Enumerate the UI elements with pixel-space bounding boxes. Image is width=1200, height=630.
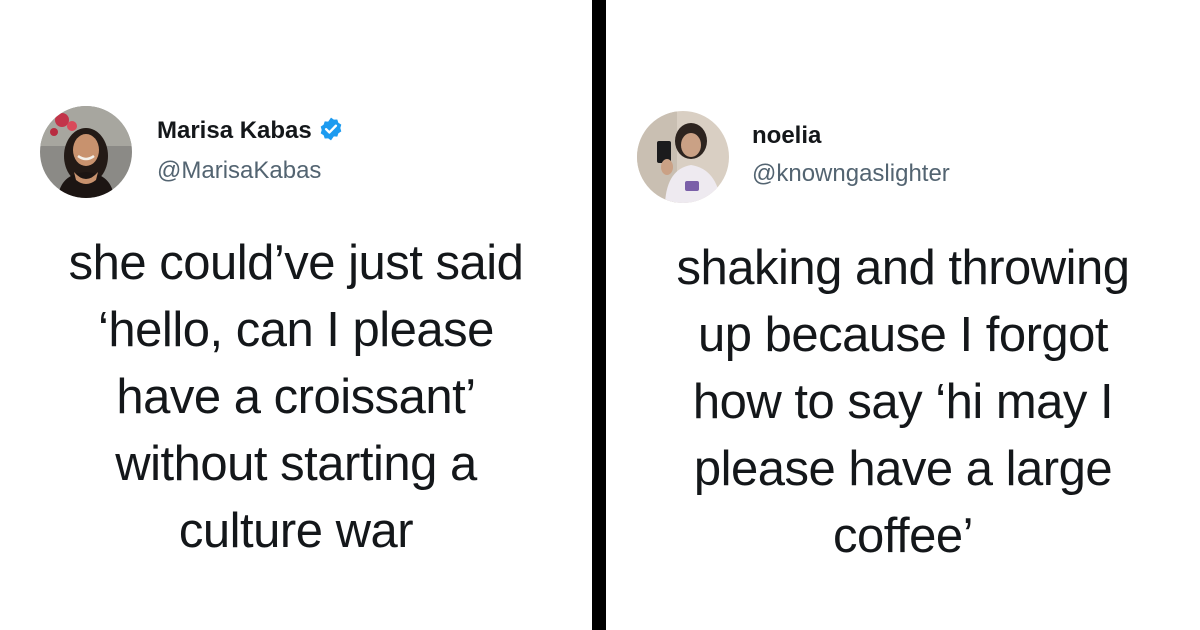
tweet-text-line: shaking and throwing bbox=[676, 241, 1130, 295]
display-name[interactable]: Marisa Kabas bbox=[157, 116, 344, 146]
tweet-text-line: ‘hello, can I please bbox=[98, 303, 494, 357]
display-name[interactable]: noelia bbox=[752, 121, 821, 151]
tweet-card-left: Marisa Kabas @MarisaKabas she could’ve j… bbox=[0, 0, 592, 630]
profile-photo-icon bbox=[40, 106, 132, 198]
tweet-text-line: have a croissant’ bbox=[116, 370, 476, 424]
tweet-text: shaking and throwing up because I forgot… bbox=[606, 235, 1200, 570]
tweet-text-line: she could’ve just said bbox=[68, 236, 524, 290]
tweet-text-line: how to say ‘hi may I bbox=[692, 375, 1114, 429]
display-name-text: noelia bbox=[752, 122, 822, 149]
display-name-text: Marisa Kabas bbox=[157, 117, 312, 144]
tweet-text: she could’ve just said ‘hello, can I ple… bbox=[0, 230, 592, 565]
panel-divider bbox=[592, 0, 606, 630]
user-handle[interactable]: @MarisaKabas bbox=[157, 156, 321, 186]
avatar[interactable] bbox=[637, 111, 729, 203]
tweet-text-line: without starting a bbox=[115, 437, 477, 491]
tweet-text-line: coffee’ bbox=[833, 509, 973, 563]
verified-badge-icon bbox=[318, 116, 344, 142]
tweet-card-right: noelia @knowngaslighter shaking and thro… bbox=[606, 0, 1200, 630]
avatar[interactable] bbox=[40, 106, 132, 198]
tweet-text-line: culture war bbox=[178, 504, 414, 558]
user-handle[interactable]: @knowngaslighter bbox=[752, 159, 950, 189]
profile-photo-icon bbox=[637, 111, 729, 203]
tweet-text-line: up because I forgot bbox=[697, 308, 1109, 362]
tweet-text-line: please have a large bbox=[693, 442, 1113, 496]
